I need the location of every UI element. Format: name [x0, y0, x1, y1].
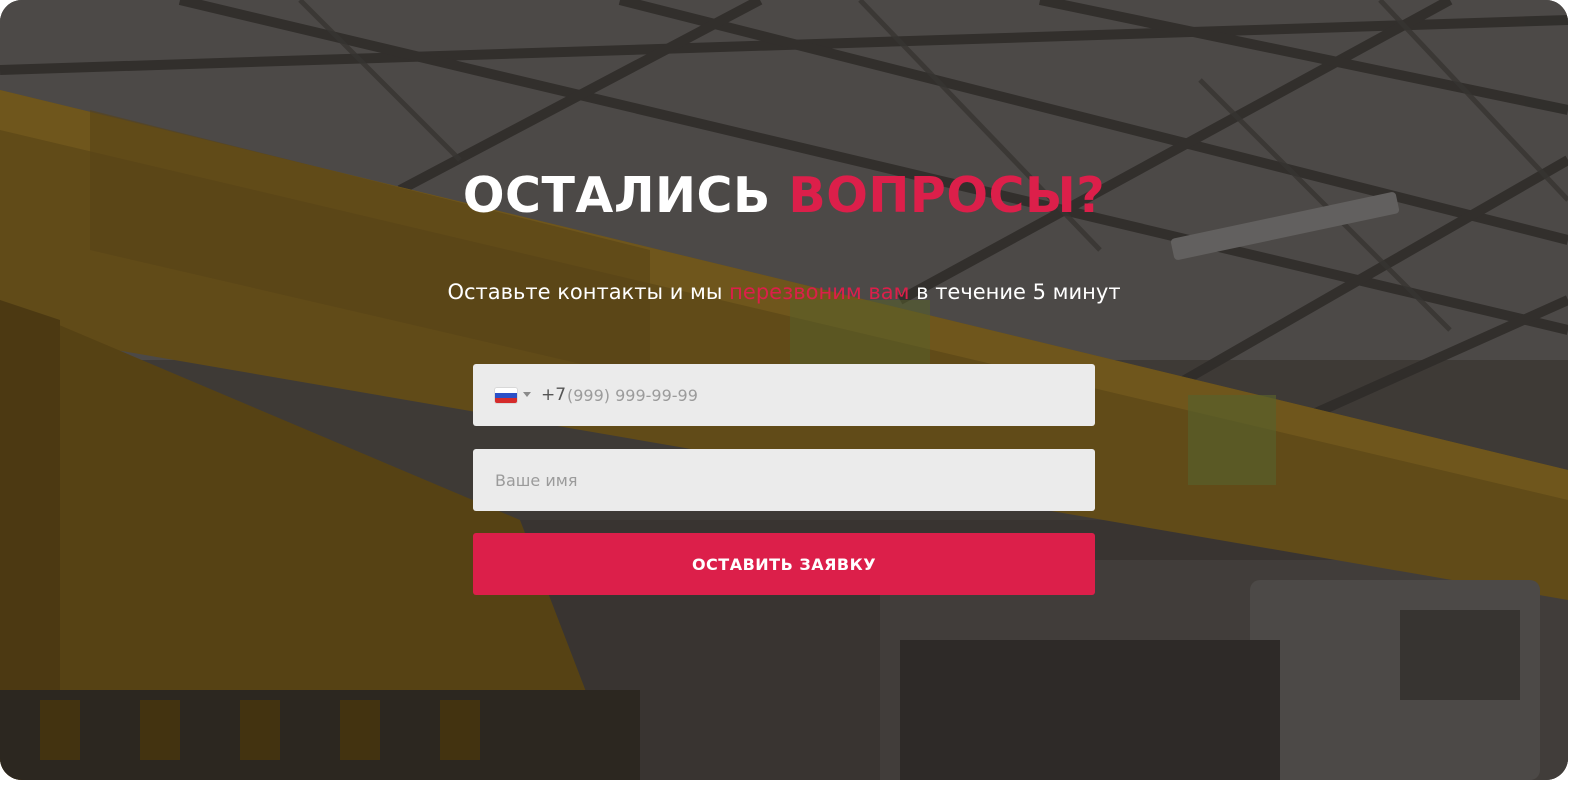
form-content: ОСТАЛИСЬ ВОПРОСЫ? Оставьте контакты и мы… — [0, 0, 1568, 780]
subtitle-after: в течение 5 минут — [916, 280, 1121, 304]
phone-field[interactable]: +7 — [473, 364, 1095, 426]
russia-flag-icon[interactable] — [495, 388, 517, 403]
name-input[interactable] — [495, 449, 1075, 511]
submit-request-button[interactable]: ОСТАВИТЬ ЗАЯВКУ — [473, 533, 1095, 595]
phone-input[interactable] — [567, 364, 1067, 426]
subtitle-before: Оставьте контакты и мы — [447, 280, 723, 304]
section-subtitle: Оставьте контакты и мы перезвоним вам в … — [0, 277, 1568, 307]
name-field[interactable] — [473, 449, 1095, 511]
section-title: ОСТАЛИСЬ ВОПРОСЫ? — [0, 166, 1568, 226]
subtitle-accent: перезвоним вам — [729, 280, 910, 304]
contact-section: ОСТАЛИСЬ ВОПРОСЫ? Оставьте контакты и мы… — [0, 0, 1568, 780]
title-main: ОСТАЛИСЬ — [462, 167, 771, 224]
country-code: +7 — [541, 385, 567, 405]
chevron-down-icon[interactable] — [523, 392, 531, 397]
title-accent: ВОПРОСЫ? — [788, 167, 1106, 224]
